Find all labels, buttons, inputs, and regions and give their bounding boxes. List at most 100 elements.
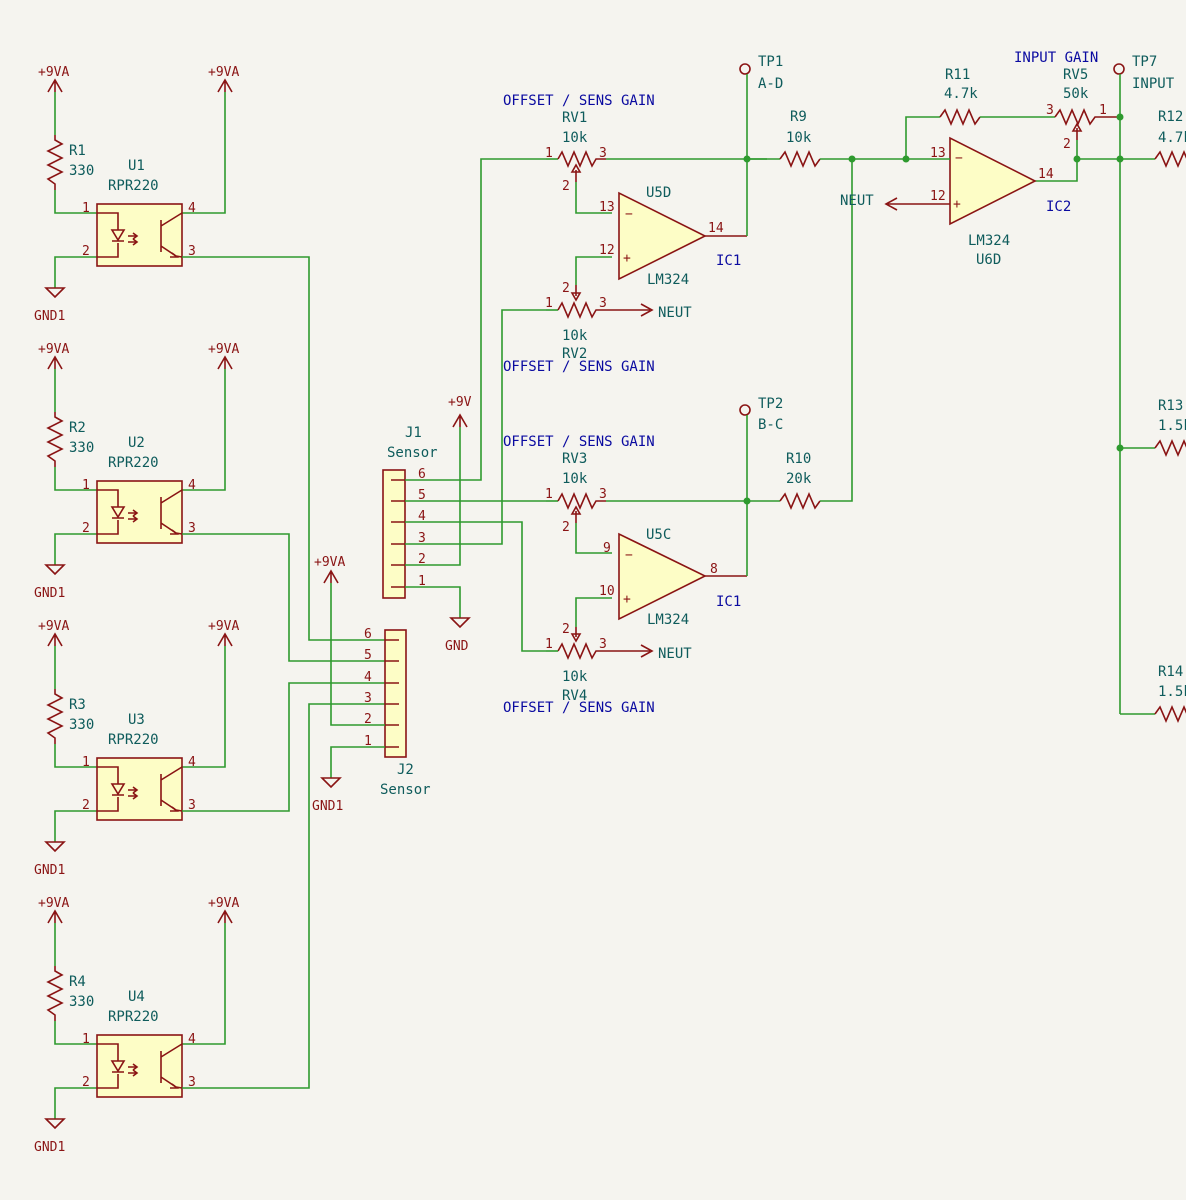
schematic-sheet: +9VA +9VA R1 330 U1 RPR220 1 2 4 3 GND1 … <box>0 0 1186 1200</box>
power-label: +9VA <box>208 65 239 80</box>
j2-pin-label: 5 <box>364 648 372 663</box>
pin-number: 2 <box>1063 137 1071 152</box>
pin-number: 13 <box>599 200 615 215</box>
pin-number: 3 <box>599 296 607 311</box>
sensor-ref: U1 <box>128 158 145 174</box>
resistor-ref: R1 <box>69 143 86 159</box>
pin-number: 1 <box>82 478 90 493</box>
power-label: +9VA <box>38 619 69 634</box>
r10-value: 20k <box>786 471 812 487</box>
u6d-value: LM324 <box>968 233 1010 249</box>
test-point-tp1 <box>739 63 751 159</box>
sensor-value: RPR220 <box>108 732 159 748</box>
j1-pin-label: 6 <box>418 467 426 482</box>
resistor-value: 330 <box>69 717 94 733</box>
resistor-r14 <box>1120 704 1186 724</box>
r14-ref: R14 <box>1158 664 1183 680</box>
pin-number: 4 <box>188 1032 196 1047</box>
rv3-ref: RV3 <box>562 451 587 467</box>
r9-ref: R9 <box>790 109 807 125</box>
rv5-annotation: INPUT GAIN <box>1014 50 1098 66</box>
pin-number: 10 <box>599 584 615 599</box>
r9-value: 10k <box>786 130 812 146</box>
wire-u1-out <box>182 256 385 641</box>
u5d-ref: U5D <box>646 185 671 201</box>
junction-dots <box>743 113 1124 505</box>
j1-pin-label: 3 <box>418 531 426 546</box>
j2-pin-label: 2 <box>364 712 372 727</box>
rv2-value: 10k <box>562 328 588 344</box>
r14-value: 1.5k <box>1158 684 1186 700</box>
pin-number: 2 <box>82 798 90 813</box>
pin-number: 12 <box>930 189 946 204</box>
u6d-plus: + <box>953 197 961 212</box>
rv1-ref: RV1 <box>562 110 587 126</box>
resistor-r12 <box>1154 149 1186 169</box>
power-label: +9VA <box>208 896 239 911</box>
resistor-value: 330 <box>69 163 94 179</box>
pin-number: 4 <box>188 755 196 770</box>
j1-pin-label: 5 <box>418 488 426 503</box>
r13-value: 1.5k <box>1158 418 1186 434</box>
pin-number: 4 <box>188 478 196 493</box>
tp1-ref: TP1 <box>758 54 783 70</box>
u5c-ic: IC1 <box>716 594 741 610</box>
pin-number: 2 <box>82 1075 90 1090</box>
tp1-value: A-D <box>758 76 783 92</box>
rv3-value: 10k <box>562 471 588 487</box>
j2-gnd-label: GND1 <box>312 799 343 814</box>
u5c-value: LM324 <box>647 612 689 628</box>
opto-labels-u2: +9VA +9VA R2 330 U2 RPR220 1 2 4 3 GND1 <box>34 342 239 601</box>
resistor-r11 <box>905 107 1055 159</box>
pin-number: 1 <box>82 201 90 216</box>
r13-ref: R13 <box>1158 398 1183 414</box>
j1-pin-label: 4 <box>418 509 426 524</box>
rv1-value: 10k <box>562 130 588 146</box>
gnd-label: GND1 <box>34 1140 65 1155</box>
u5d-ic: IC1 <box>716 253 741 269</box>
tp7-value: INPUT <box>1132 76 1175 92</box>
pin-number: 1 <box>1099 103 1107 118</box>
tp2-ref: TP2 <box>758 396 783 412</box>
sensor-value: RPR220 <box>108 1009 159 1025</box>
pin-number: 4 <box>188 201 196 216</box>
gnd-label: GND1 <box>34 586 65 601</box>
j1-gnd-label: GND <box>445 639 469 654</box>
pin-number: 12 <box>599 243 615 258</box>
resistor-ref: R3 <box>69 697 86 713</box>
j1-pin-label: 1 <box>418 574 426 589</box>
resistor-ref: R4 <box>69 974 86 990</box>
opto-labels-u1: +9VA +9VA R1 330 U1 RPR220 1 2 4 3 GND1 <box>34 65 239 324</box>
j2-value: Sensor <box>380 782 431 798</box>
schematic-canvas: +9VA +9VA R1 330 U1 RPR220 1 2 4 3 GND1 … <box>34 50 1186 1155</box>
tp2-value: B-C <box>758 417 783 433</box>
j2-pin-label: 6 <box>364 627 372 642</box>
tp7-ref: TP7 <box>1132 54 1157 70</box>
rv4-value: 10k <box>562 669 588 685</box>
pin-number: 9 <box>603 541 611 556</box>
pin-number: 1 <box>545 487 553 502</box>
u6d-minus: − <box>955 151 963 166</box>
gnd-label: GND1 <box>34 309 65 324</box>
resistor-value: 330 <box>69 440 94 456</box>
resistor-ref: R2 <box>69 420 86 436</box>
j2-ref: J2 <box>397 762 414 778</box>
u6d-ref: U6D <box>976 252 1001 268</box>
pin-number: 3 <box>599 637 607 652</box>
test-point-tp2 <box>739 404 751 501</box>
sensor-ref: U3 <box>128 712 145 728</box>
rv1-annotation: OFFSET / SENS GAIN <box>503 93 655 109</box>
pin-number: 2 <box>562 622 570 637</box>
j2-pin-label: 4 <box>364 670 372 685</box>
pin-number: 3 <box>599 146 607 161</box>
pin-number: 1 <box>545 296 553 311</box>
pin-number: 1 <box>82 1032 90 1047</box>
pin-number: 1 <box>82 755 90 770</box>
power-label: +9VA <box>208 619 239 634</box>
rv5-value: 50k <box>1063 86 1089 102</box>
r12-ref: R12 <box>1158 109 1183 125</box>
power-label: +9VA <box>38 342 69 357</box>
pin-number: 2 <box>562 179 570 194</box>
u5c-ref: U5C <box>646 527 671 543</box>
rv2-annotation: OFFSET / SENS GAIN <box>503 359 655 375</box>
